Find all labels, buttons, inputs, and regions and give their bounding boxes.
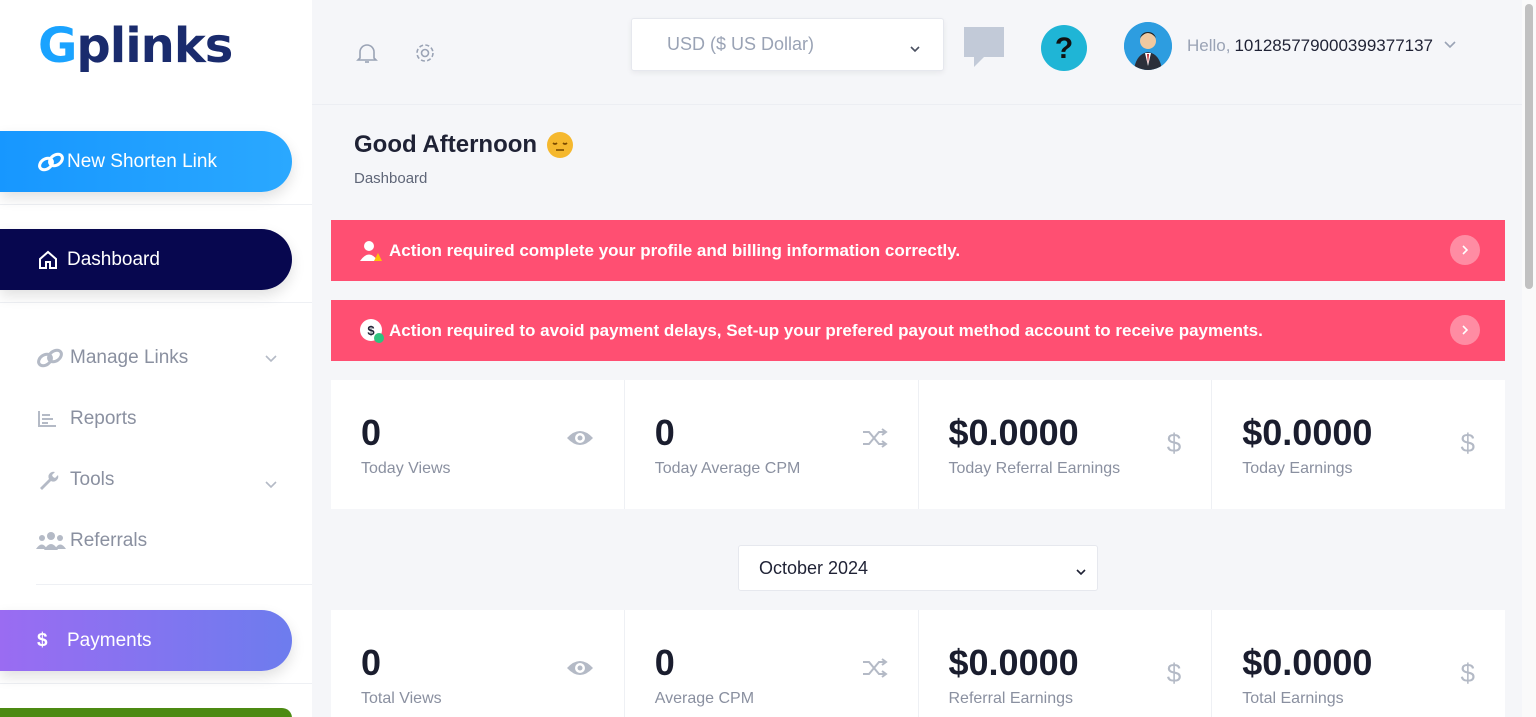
currency-select[interactable]: USD ($ US Dollar) xyxy=(631,18,944,71)
new-shorten-link-button[interactable]: New Shorten Link xyxy=(0,131,292,192)
gplinks-logo[interactable]: Gplinks xyxy=(38,18,233,74)
divider xyxy=(0,683,312,684)
chevron-down-icon xyxy=(1443,37,1457,56)
dollar-icon: $ xyxy=(1166,428,1182,458)
sidebar-item-tools[interactable]: Tools xyxy=(36,465,286,495)
eye-icon xyxy=(566,428,594,453)
scrollbar[interactable] xyxy=(1522,0,1536,717)
avatar xyxy=(1124,22,1172,70)
stat-card: $0.0000 Total Earnings $ xyxy=(1212,610,1505,717)
stat-card: $0.0000 Referral Earnings $ xyxy=(918,610,1212,717)
dollar-icon: $ xyxy=(1460,658,1475,688)
today-stats: 0 Today Views 0 Today Average CPM $0.000… xyxy=(331,380,1505,509)
users-icon xyxy=(36,530,70,552)
divider xyxy=(0,302,312,303)
shuffle-icon xyxy=(862,428,888,453)
divider xyxy=(36,584,312,585)
divider xyxy=(0,204,312,205)
chevron-down-icon xyxy=(909,39,921,60)
help-icon[interactable]: ? xyxy=(1040,24,1088,77)
scrollbar-thumb[interactable] xyxy=(1525,4,1533,289)
dollar-icon: $ xyxy=(1460,428,1475,458)
chevron-down-icon xyxy=(264,349,278,371)
eye-icon xyxy=(566,658,594,683)
chevron-down-icon xyxy=(1075,562,1087,583)
shuffle-icon xyxy=(862,658,888,683)
sidebar-item-payments[interactable]: $ Payments xyxy=(0,610,292,671)
stat-card: $0.0000 Today Referral Earnings $ xyxy=(918,380,1212,509)
user-warning-icon xyxy=(359,239,389,263)
svg-text:?: ? xyxy=(1055,32,1073,65)
chat-icon[interactable] xyxy=(962,25,1006,74)
breadcrumb: Dashboard xyxy=(354,170,428,187)
chevron-right-icon[interactable] xyxy=(1450,315,1480,345)
page-title: Good Afternoon xyxy=(354,131,574,159)
bar-chart-icon xyxy=(36,409,70,429)
stat-card: 0 Today Average CPM xyxy=(624,380,918,509)
total-stats: 0 Total Views 0 Average CPM $0.0000 Refe… xyxy=(331,610,1505,717)
month-select[interactable]: October 2024 xyxy=(738,545,1098,591)
link-icon xyxy=(36,348,70,368)
user-id: 101285779000399377137 xyxy=(1234,36,1434,55)
stat-card: 0 Today Views xyxy=(331,380,624,509)
payout-alert[interactable]: $ Action required to avoid payment delay… xyxy=(331,300,1505,361)
stat-card: 0 Average CPM xyxy=(624,610,918,717)
money-check-icon: $ xyxy=(359,318,389,344)
stat-card: $0.0000 Today Earnings $ xyxy=(1212,380,1505,509)
user-menu[interactable]: Hello, 101285779000399377137 xyxy=(1124,22,1457,70)
link-icon xyxy=(37,152,67,172)
emoji-icon xyxy=(547,132,574,158)
wrench-icon xyxy=(36,468,70,492)
logo-area: Gplinks xyxy=(0,0,312,100)
chevron-right-icon[interactable] xyxy=(1450,235,1480,265)
sidebar-item-dashboard[interactable]: Dashboard xyxy=(0,229,292,290)
chevron-down-icon xyxy=(264,475,278,497)
sidebar-item-reports[interactable]: Reports xyxy=(36,404,286,434)
sidebar-item-manage-links[interactable]: Manage Links xyxy=(36,343,286,373)
dollar-icon: $ xyxy=(1166,658,1182,688)
gear-icon[interactable] xyxy=(413,41,437,70)
profile-alert[interactable]: Action required complete your profile an… xyxy=(331,220,1505,281)
sidebar: Gplinks New Shorten Link Dashboard Manag… xyxy=(0,0,312,717)
sidebar-item-referrals[interactable]: Referrals xyxy=(36,526,286,556)
sidebar-item-partial[interactable] xyxy=(0,708,292,717)
top-header: USD ($ US Dollar) ? Hello, 10128577900039… xyxy=(312,0,1522,105)
dollar-icon: $ xyxy=(37,629,48,651)
stat-card: 0 Total Views xyxy=(331,610,624,717)
home-icon xyxy=(37,249,67,271)
bell-icon[interactable] xyxy=(356,41,378,70)
svg-text:$: $ xyxy=(367,323,375,338)
